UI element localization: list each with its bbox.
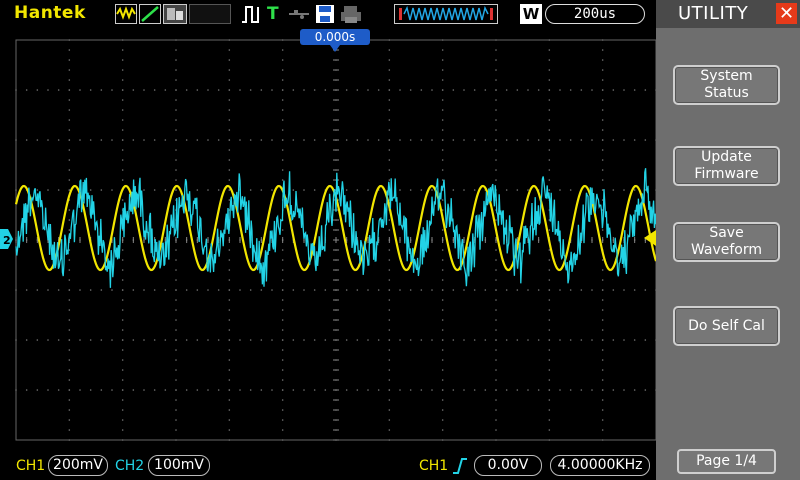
brand-logo: Hantek <box>14 3 86 23</box>
trigger-edge-icon[interactable] <box>240 4 262 24</box>
frequency-readout: 4.00000KHz <box>550 455 650 476</box>
memory-depth-indicator <box>394 4 498 24</box>
window-mode-badge[interactable]: W <box>520 4 542 24</box>
vector-mode-icon[interactable] <box>139 4 161 24</box>
usb-icon <box>287 4 311 24</box>
waveform-display[interactable]: 2 <box>0 28 656 452</box>
waveform-mode-icon[interactable] <box>115 4 137 24</box>
ch2-ground-marker: 2 <box>0 229 13 249</box>
printer-icon[interactable] <box>340 4 362 24</box>
close-icon[interactable]: ✕ <box>776 3 797 24</box>
update-firmware-button[interactable]: Update Firmware <box>673 146 780 186</box>
page-indicator-button[interactable]: Page 1/4 <box>677 449 776 474</box>
ch2-marker-label: 2 <box>3 234 11 247</box>
persist-mode-icon[interactable] <box>163 4 187 24</box>
menu-title-bar: UTILITY ✕ <box>656 0 800 28</box>
ch1-scale[interactable]: 200mV <box>48 455 108 476</box>
ch2-scale[interactable]: 100mV <box>148 455 210 476</box>
spare-indicator <box>189 4 231 24</box>
save-disk-icon[interactable] <box>315 4 335 24</box>
ch2-label[interactable]: CH2 <box>115 458 144 474</box>
utility-menu: UTILITY ✕ System Status Update Firmware … <box>656 0 800 480</box>
rising-edge-icon <box>452 457 468 479</box>
trigger-level-readout[interactable]: 0.00V <box>474 455 542 476</box>
trigger-status-icon: T <box>267 4 279 24</box>
save-waveform-button[interactable]: Save Waveform <box>673 222 780 262</box>
trigger-source-label[interactable]: CH1 <box>419 458 448 474</box>
trigger-position-readout: 0.000s <box>300 29 370 45</box>
status-bar: Hantek T W 200us <box>0 0 656 28</box>
timebase-readout[interactable]: 200us <box>545 4 645 24</box>
do-self-cal-button[interactable]: Do Self Cal <box>673 306 780 346</box>
system-status-button[interactable]: System Status <box>673 65 780 105</box>
bottom-status-bar: CH1 200mV CH2 100mV CH1 0.00V 4.00000KHz <box>0 452 656 480</box>
trigger-position-marker <box>330 45 340 52</box>
menu-title: UTILITY <box>678 3 749 24</box>
ch1-label[interactable]: CH1 <box>16 458 45 474</box>
